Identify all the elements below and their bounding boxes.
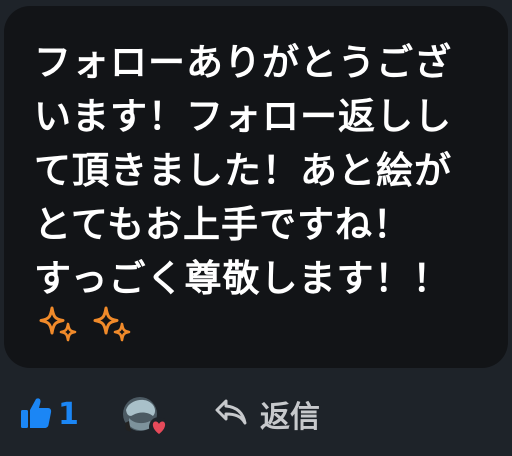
comment-screen: フォローありがとうござ います！フォロー返しし て頂きました！あと絵が とてもお… — [0, 0, 512, 456]
sparkles-icon — [90, 302, 134, 346]
reply-arrow-icon — [214, 397, 248, 431]
sparkles-emoji-group — [36, 302, 134, 346]
sparkles-icon — [36, 302, 80, 346]
thumbs-up-icon[interactable] — [20, 396, 52, 434]
comment-line: すっごく尊敬します！！ — [34, 257, 451, 300]
comment-line: います！フォロー返しし — [34, 95, 452, 138]
reply-label: 返信 — [260, 400, 320, 435]
comment-bubble: フォローありがとうござ います！フォロー返しし て頂きました！あと絵が とてもお… — [4, 6, 508, 368]
comment-line: フォローありがとうござ — [34, 41, 452, 84]
comment-line: とてもお上手ですね！ — [34, 203, 412, 246]
like-count: 1 — [58, 397, 79, 432]
comment-text: フォローありがとうござ います！フォロー返しし て頂きました！あと絵が とてもお… — [34, 36, 494, 306]
creator-heart-icon — [120, 394, 170, 440]
reply-button[interactable]: 返信 — [214, 394, 320, 435]
comment-action-bar: 1 返信 — [0, 384, 512, 448]
comment-line: て頂きました！あと絵が — [34, 149, 452, 192]
